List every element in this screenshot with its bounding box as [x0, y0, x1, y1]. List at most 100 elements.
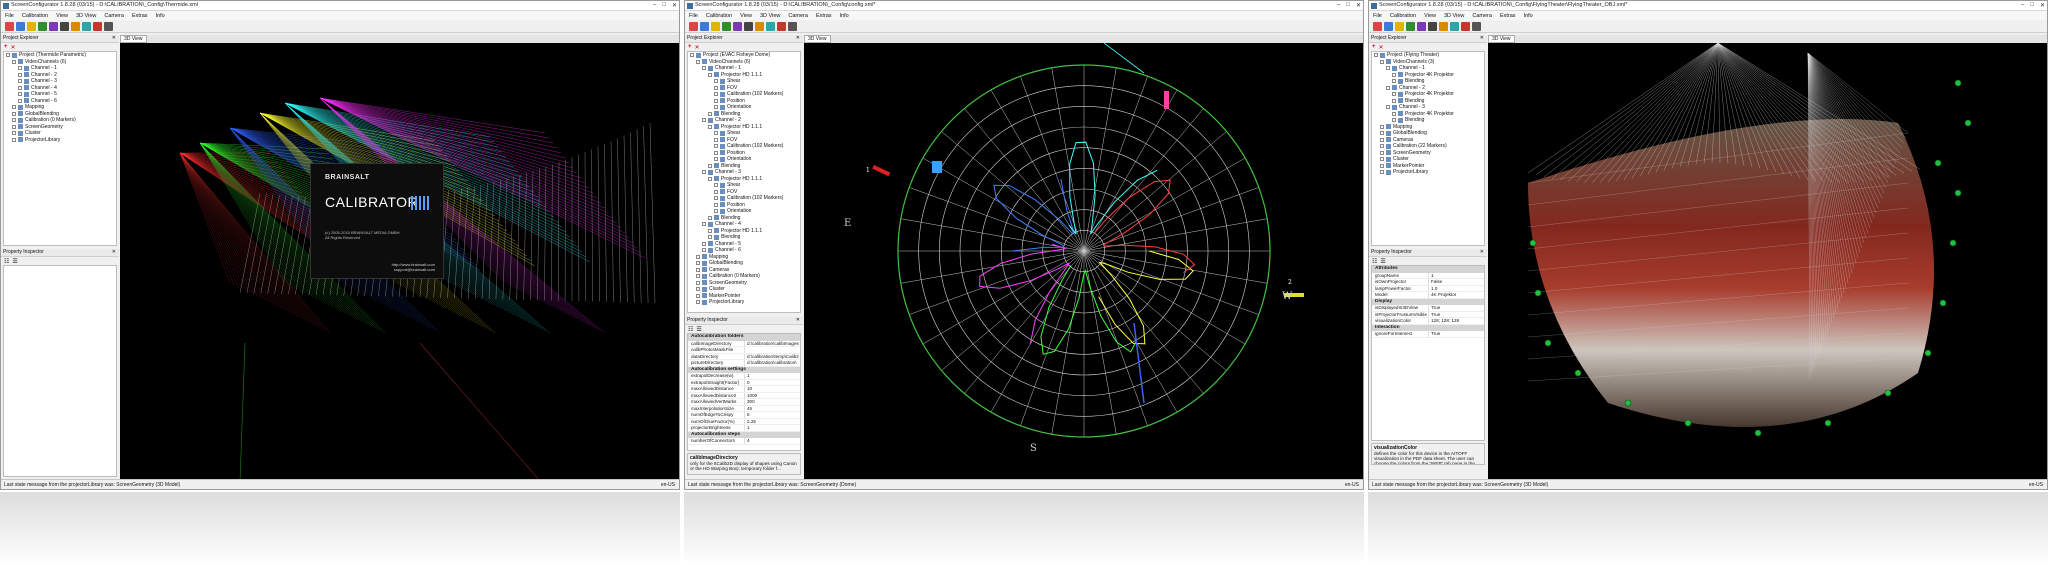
expand-icon[interactable] — [1392, 98, 1396, 103]
toolbar-button[interactable] — [766, 22, 775, 31]
alphabetical-icon[interactable]: ☰ — [12, 258, 17, 265]
expand-icon[interactable] — [1392, 118, 1396, 123]
menu-file[interactable]: File — [689, 13, 698, 19]
close-pane-icon[interactable]: ✕ — [112, 35, 116, 41]
expand-icon[interactable] — [690, 53, 694, 58]
expand-icon[interactable] — [696, 300, 700, 305]
expand-icon[interactable] — [708, 228, 712, 233]
close-pane-icon[interactable]: ✕ — [112, 249, 116, 255]
expand-icon[interactable] — [18, 66, 22, 71]
menu-calibration[interactable]: Calibration — [1390, 13, 1416, 19]
close-icon[interactable]: ✕ — [2040, 2, 2045, 9]
expand-icon[interactable] — [1380, 163, 1384, 168]
expand-icon[interactable] — [714, 105, 718, 110]
property-value[interactable]: d:\calibration\calibration\ — [744, 360, 800, 366]
expand-icon[interactable] — [714, 196, 718, 201]
toolbar-button[interactable] — [71, 22, 80, 31]
property-row[interactable]: numberOfConnectors 4 — [688, 438, 800, 445]
close-pane-icon[interactable]: ✕ — [796, 317, 800, 323]
expand-icon[interactable] — [708, 163, 712, 168]
expand-icon[interactable] — [696, 261, 700, 266]
toolbar-button[interactable] — [104, 22, 113, 31]
expand-icon[interactable] — [1374, 53, 1378, 58]
toolbar-button[interactable] — [1373, 22, 1382, 31]
expand-icon[interactable] — [1392, 92, 1396, 97]
expand-icon[interactable] — [708, 215, 712, 220]
expand-icon[interactable] — [702, 66, 706, 71]
toolbar-button[interactable] — [27, 22, 36, 31]
maximize-icon[interactable]: □ — [2030, 2, 2034, 9]
menu-file[interactable]: File — [5, 13, 14, 19]
menu-calibration[interactable]: Calibration — [22, 13, 48, 19]
minimize-icon[interactable]: – — [2021, 2, 2024, 9]
expand-icon[interactable] — [1386, 85, 1390, 90]
close-pane-icon[interactable]: ✕ — [1480, 249, 1484, 255]
3d-viewport[interactable]: E W S 1 2 — [804, 43, 1363, 481]
expand-icon[interactable] — [696, 267, 700, 272]
expand-icon[interactable] — [1392, 72, 1396, 77]
menu-file[interactable]: File — [1373, 13, 1382, 19]
toolbar-button[interactable] — [788, 22, 797, 31]
property-value[interactable]: 5 — [744, 412, 800, 418]
expand-icon[interactable] — [1380, 150, 1384, 155]
expand-icon[interactable] — [12, 105, 16, 110]
property-value[interactable]: 128; 128; 128 — [1428, 318, 1484, 324]
add-icon[interactable]: + — [4, 44, 8, 50]
property-value[interactable]: 1.0 — [1428, 285, 1484, 291]
close-pane-icon[interactable]: ✕ — [1480, 35, 1484, 41]
expand-icon[interactable] — [714, 209, 718, 214]
toolbar-button[interactable] — [700, 22, 709, 31]
minimize-icon[interactable]: – — [653, 2, 656, 9]
delete-icon[interactable]: ✕ — [1379, 44, 1384, 51]
menu-info[interactable]: Info — [156, 13, 165, 19]
expand-icon[interactable] — [714, 183, 718, 188]
property-value[interactable] — [744, 347, 800, 353]
delete-icon[interactable]: ✕ — [11, 44, 16, 51]
menu-view[interactable]: View — [56, 13, 68, 19]
expand-icon[interactable] — [708, 111, 712, 116]
close-icon[interactable]: ✕ — [672, 2, 677, 9]
add-icon[interactable]: + — [688, 44, 692, 50]
3d-viewport[interactable] — [1488, 43, 2047, 481]
toolbar-button[interactable] — [733, 22, 742, 31]
expand-icon[interactable] — [12, 131, 16, 136]
property-value[interactable]: 300 — [744, 399, 800, 405]
expand-icon[interactable] — [1380, 170, 1384, 175]
expand-icon[interactable] — [696, 254, 700, 259]
expand-icon[interactable] — [708, 235, 712, 240]
expand-icon[interactable] — [708, 72, 712, 77]
add-icon[interactable]: + — [1372, 44, 1376, 50]
toolbar-button[interactable] — [16, 22, 25, 31]
expand-icon[interactable] — [708, 124, 712, 129]
toolbar-button[interactable] — [1439, 22, 1448, 31]
property-value[interactable]: 1 — [744, 373, 800, 379]
expand-icon[interactable] — [12, 59, 16, 64]
expand-icon[interactable] — [18, 98, 22, 103]
expand-icon[interactable] — [702, 170, 706, 175]
expand-icon[interactable] — [702, 118, 706, 123]
expand-icon[interactable] — [714, 98, 718, 103]
expand-icon[interactable] — [1386, 105, 1390, 110]
expand-icon[interactable] — [714, 92, 718, 97]
tab-3d-view[interactable]: 3D View — [804, 35, 831, 43]
toolbar-button[interactable] — [1395, 22, 1404, 31]
expand-icon[interactable] — [696, 280, 700, 285]
expand-icon[interactable] — [714, 79, 718, 84]
expand-icon[interactable] — [1386, 66, 1390, 71]
toolbar-button[interactable] — [755, 22, 764, 31]
tree-node[interactable]: ProjectorLibrary — [4, 137, 116, 144]
expand-icon[interactable] — [18, 79, 22, 84]
expand-icon[interactable] — [12, 118, 16, 123]
property-value[interactable]: 45 — [744, 405, 800, 411]
expand-icon[interactable] — [12, 124, 16, 129]
toolbar-button[interactable] — [1461, 22, 1470, 31]
maximize-icon[interactable]: □ — [662, 2, 666, 9]
menu-camera[interactable]: Camera — [1472, 13, 1492, 19]
menu-3dview[interactable]: 3D View — [76, 13, 96, 19]
property-value[interactable]: 0 — [744, 379, 800, 385]
delete-icon[interactable]: ✕ — [695, 44, 700, 51]
property-value[interactable]: 1 — [744, 425, 800, 431]
expand-icon[interactable] — [714, 157, 718, 162]
toolbar-button[interactable] — [5, 22, 14, 31]
property-value[interactable]: 2.25 — [744, 418, 800, 424]
